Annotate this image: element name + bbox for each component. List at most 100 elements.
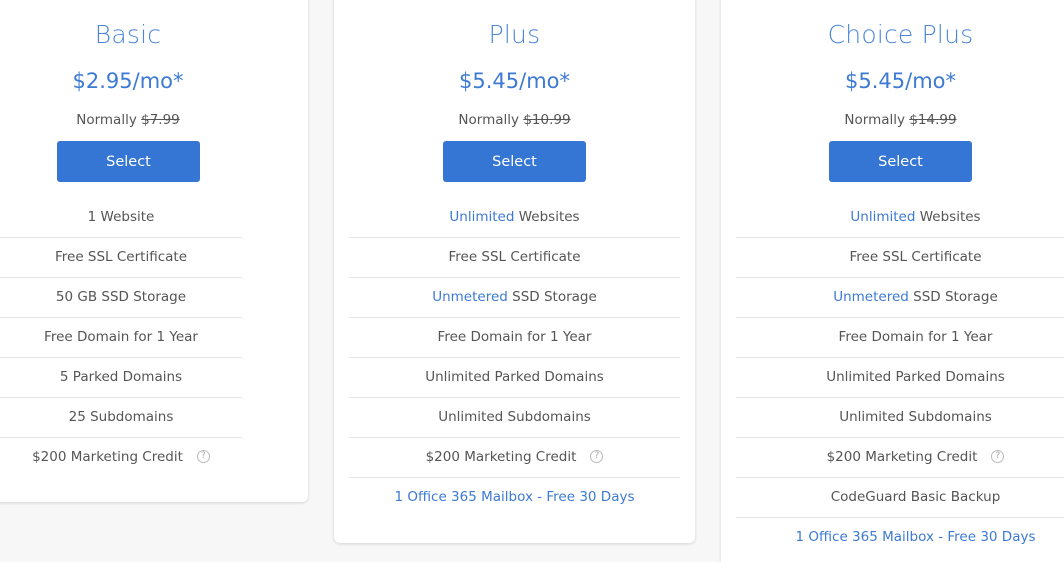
feature-label: 25 Subdomains <box>68 409 174 425</box>
feature-text: Free SSL Certificate <box>448 249 580 265</box>
feature-label: Websites <box>514 209 580 225</box>
feature-item: 1 Website <box>0 198 242 238</box>
feature-label: Websites <box>915 209 981 225</box>
feature-item: Free Domain for 1 Year <box>0 318 242 358</box>
feature-item: Free SSL Certificate <box>349 238 680 278</box>
help-icon[interactable]: ? <box>991 449 1005 463</box>
feature-text: Free SSL Certificate <box>55 249 187 265</box>
feature-text: 1 Website <box>88 209 155 225</box>
feature-label: Unlimited Parked Domains <box>425 369 604 385</box>
feature-text: 5 Parked Domains <box>60 369 182 385</box>
feature-label: 1 Office 365 Mailbox - Free 30 Days <box>795 529 1036 545</box>
feature-label: 5 Parked Domains <box>59 369 183 385</box>
feature-text: $200 Marketing Credit? <box>32 449 210 465</box>
office-365-link[interactable]: 1 Office 365 Mailbox - Free 30 Days <box>349 478 680 518</box>
help-icon[interactable]: ? <box>590 449 604 463</box>
feature-text: CodeGuard Basic Backup <box>752 478 1064 517</box>
feature-text: Unlimited Websites <box>449 209 579 225</box>
feature-text: Unlimited Websites <box>752 198 1064 237</box>
feature-item: Unmetered SSD Storage <box>736 278 1064 318</box>
normal-price-line: Normally $7.99 <box>0 112 308 128</box>
feature-label: Free Domain for 1 Year <box>44 329 198 345</box>
feature-label: Free SSL Certificate <box>849 249 982 265</box>
feature-text: Free Domain for 1 Year <box>752 318 1064 357</box>
feature-text: Unlimited Parked Domains <box>752 358 1064 397</box>
feature-item: CodeGuard Basic Backup <box>736 478 1064 518</box>
normal-price-line: Normally $14.99 <box>721 112 1064 128</box>
plan-card-basic: Basic $2.95/mo* Normally $7.99 Select 1 … <box>0 0 308 502</box>
plan-title: Choice Plus <box>827 20 974 49</box>
feature-label: 1 Website <box>87 209 155 225</box>
plan-card-plus: Plus $5.45/mo* Normally $10.99 Select Un… <box>334 0 695 543</box>
plan-card-choice-plus: Choice Plus $5.45/mo* Normally $14.99 Se… <box>721 0 1064 562</box>
feature-item: $200 Marketing Credit? <box>349 438 680 478</box>
feature-item: Free Domain for 1 Year <box>736 318 1064 358</box>
feature-highlight: Unmetered <box>833 289 909 305</box>
feature-label: Free Domain for 1 Year <box>838 329 993 345</box>
feature-item: Free Domain for 1 Year <box>349 318 680 358</box>
feature-list: 1 Website Free SSL Certificate 50 GB SSD S… <box>0 198 242 478</box>
feature-list: Unlimited Websites Free SSL Certificate Un… <box>349 198 680 518</box>
feature-label: SSD Storage <box>507 289 597 305</box>
plan-title: Plus <box>488 20 541 49</box>
normal-price: $10.99 <box>523 112 571 128</box>
feature-item: $200 Marketing Credit? <box>736 438 1064 478</box>
feature-list: Unlimited Websites Free SSL Certificate Un… <box>736 198 1064 558</box>
feature-label: CodeGuard Basic Backup <box>830 489 1001 505</box>
feature-label: 1 Office 365 Mailbox - Free 30 Days <box>394 489 635 505</box>
feature-label: SSD Storage <box>908 289 998 305</box>
plan-price: $2.95/mo* <box>72 69 184 93</box>
feature-label: Unlimited Parked Domains <box>826 369 1005 385</box>
feature-item: Unlimited Parked Domains <box>736 358 1064 398</box>
feature-item: 5 Parked Domains <box>0 358 242 398</box>
office-365-link[interactable]: 1 Office 365 Mailbox - Free 30 Days <box>736 518 1064 558</box>
feature-text: 25 Subdomains <box>69 409 174 425</box>
feature-text: Free Domain for 1 Year <box>44 329 198 345</box>
feature-text: $200 Marketing Credit? <box>426 449 604 465</box>
pricing-plans: Basic $2.95/mo* Normally $7.99 Select 1 … <box>0 0 1064 562</box>
feature-text: Unmetered SSD Storage <box>432 289 597 305</box>
normal-price: $7.99 <box>141 112 180 128</box>
feature-text: 1 Office 365 Mailbox - Free 30 Days <box>752 518 1064 557</box>
feature-item: Unmetered SSD Storage <box>349 278 680 318</box>
feature-text: Unmetered SSD Storage <box>752 278 1064 317</box>
plan-title: Basic <box>94 20 162 49</box>
feature-item: Free SSL Certificate <box>736 238 1064 278</box>
feature-text: $200 Marketing Credit? <box>752 438 1064 477</box>
select-basic-button[interactable]: Select <box>57 141 200 182</box>
feature-item: Unlimited Subdomains <box>349 398 680 438</box>
feature-label: $200 Marketing Credit <box>826 449 978 465</box>
feature-item: Free SSL Certificate <box>0 238 242 278</box>
plan-price: $5.45/mo* <box>845 69 956 93</box>
normally-label: Normally <box>458 112 520 128</box>
feature-label: Free Domain for 1 Year <box>437 329 592 345</box>
feature-label: Free SSL Certificate <box>448 249 581 265</box>
normally-label: Normally <box>844 112 906 128</box>
help-icon[interactable]: ? <box>196 449 210 463</box>
feature-item: Unlimited Websites <box>736 198 1064 238</box>
feature-label: Unlimited Subdomains <box>438 409 591 425</box>
feature-highlight: Unlimited <box>449 209 515 225</box>
select-choice-plus-button[interactable]: Select <box>829 141 972 182</box>
feature-label: $200 Marketing Credit <box>425 449 577 465</box>
feature-label: 50 GB SSD Storage <box>55 289 187 305</box>
feature-label: Unlimited Subdomains <box>839 409 992 425</box>
normally-label: Normally <box>76 112 137 128</box>
feature-text: Unlimited Subdomains <box>752 398 1064 437</box>
feature-text: 1 Office 365 Mailbox - Free 30 Days <box>394 489 634 505</box>
feature-text: 50 GB SSD Storage <box>56 289 186 305</box>
feature-text: Unlimited Subdomains <box>438 409 591 425</box>
feature-text: Free SSL Certificate <box>752 238 1064 277</box>
feature-item: Unlimited Websites <box>349 198 680 238</box>
feature-highlight: Unmetered <box>432 289 508 305</box>
feature-item: Unlimited Subdomains <box>736 398 1064 438</box>
select-plus-button[interactable]: Select <box>443 141 586 182</box>
feature-highlight: Unlimited <box>850 209 916 225</box>
feature-label: Free SSL Certificate <box>54 249 187 265</box>
feature-item: 50 GB SSD Storage <box>0 278 242 318</box>
normal-price-line: Normally $10.99 <box>334 112 695 128</box>
feature-item: Unlimited Parked Domains <box>349 358 680 398</box>
plan-price: $5.45/mo* <box>459 69 570 93</box>
feature-text: Unlimited Parked Domains <box>425 369 604 385</box>
feature-item: $200 Marketing Credit? <box>0 438 242 478</box>
